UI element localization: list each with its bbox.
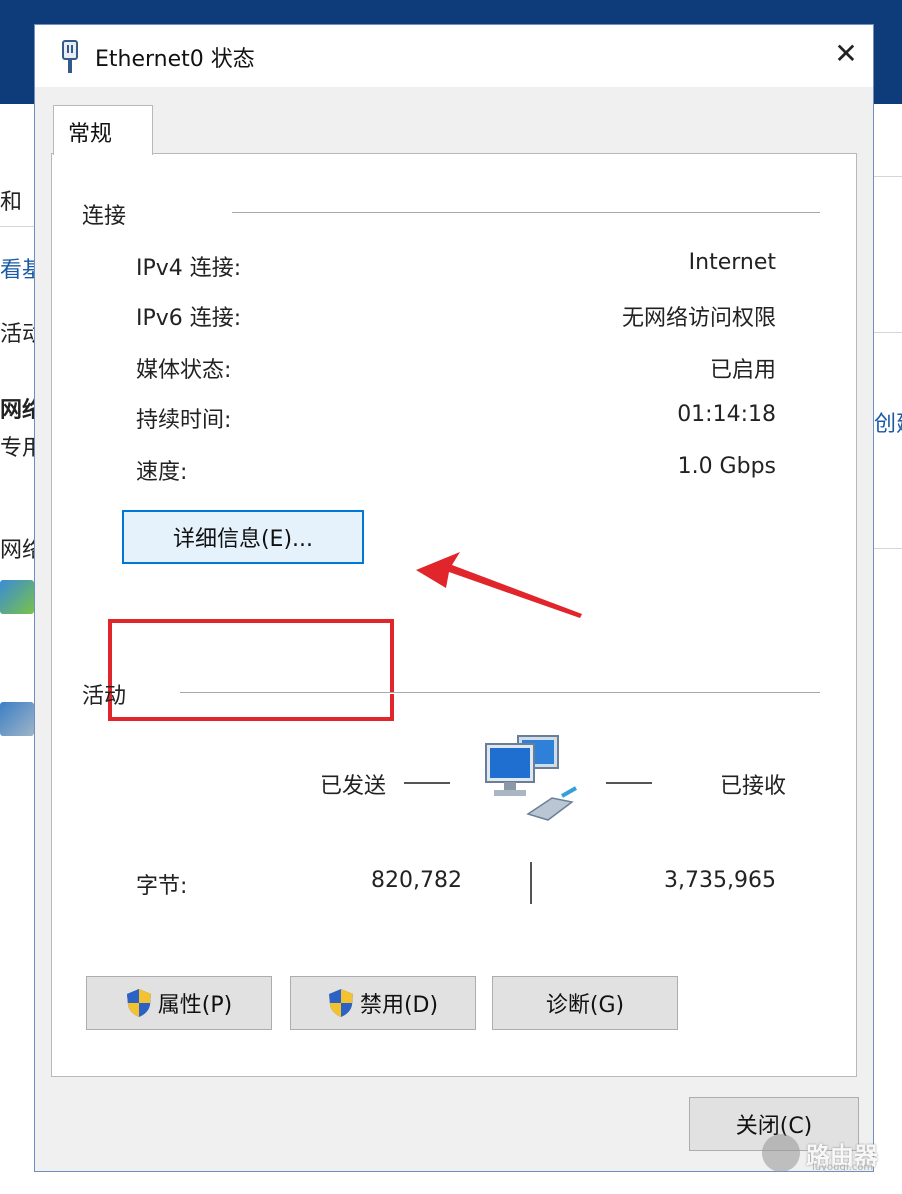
dialog-title: Ethernet0 状态 xyxy=(95,47,255,72)
background-text: 和 xyxy=(0,190,23,215)
disable-button-label: 禁用(D) xyxy=(359,993,439,1018)
background-divider xyxy=(874,548,902,549)
annotation-highlight-box xyxy=(108,619,394,721)
media-state-label: 媒体状态: xyxy=(136,358,232,383)
sent-connector xyxy=(404,782,450,784)
connection-group-title: 连接 xyxy=(82,204,127,229)
shield-icon xyxy=(328,989,353,1017)
ipv6-value: 无网络访问权限 xyxy=(621,306,776,331)
activity-group-title: 活动 xyxy=(82,684,127,709)
disable-button[interactable]: 禁用(D) xyxy=(290,976,476,1030)
ethernet-port-icon xyxy=(62,40,78,73)
group-separator xyxy=(180,692,820,694)
media-state-value: 已启用 xyxy=(709,358,776,383)
ipv6-label: IPv6 连接: xyxy=(136,306,242,331)
background-divider xyxy=(0,226,36,227)
speed-value: 1.0 Gbps xyxy=(677,454,776,479)
ipv4-value: Internet xyxy=(688,250,776,275)
network-computers-icon xyxy=(485,735,577,821)
network-adapter-icon[interactable] xyxy=(0,702,34,736)
bytes-label: 字节: xyxy=(136,874,188,899)
received-label: 已接收 xyxy=(720,774,787,799)
title-bar[interactable]: Ethernet0 状态 ✕ xyxy=(35,25,873,87)
received-connector xyxy=(606,782,652,784)
speed-label: 速度: xyxy=(136,460,188,485)
background-text: 创建 xyxy=(874,412,902,437)
sent-label: 已发送 xyxy=(320,774,387,799)
general-tab-panel: 连接 IPv4 连接: Internet IPv6 连接: 无网络访问权限 媒体… xyxy=(51,153,857,1077)
shield-icon xyxy=(126,989,151,1017)
background-divider xyxy=(874,176,902,177)
ipv4-label: IPv4 连接: xyxy=(136,256,242,281)
tab-general-label: 常规 xyxy=(68,122,113,147)
details-button[interactable]: 详细信息(E)... xyxy=(122,510,364,564)
diagnose-button[interactable]: 诊断(G) xyxy=(492,976,678,1030)
watermark-logo-icon xyxy=(762,1134,800,1172)
bytes-sent-value: 820,782 xyxy=(371,868,462,893)
watermark-subtext: luyouqi.com xyxy=(812,1162,874,1173)
background-window-right xyxy=(874,104,902,1194)
ethernet-status-dialog: Ethernet0 状态 ✕ 常规 连接 IPv4 连接: Internet I… xyxy=(34,24,874,1172)
duration-value: 01:14:18 xyxy=(677,402,776,427)
network-adapter-icon[interactable] xyxy=(0,580,34,614)
duration-label: 持续时间: xyxy=(136,408,232,433)
close-icon[interactable]: ✕ xyxy=(831,39,861,69)
bytes-received-value: 3,735,965 xyxy=(664,868,776,893)
group-separator xyxy=(232,212,820,214)
annotation-arrow xyxy=(416,552,582,618)
tab-general[interactable]: 常规 xyxy=(53,105,153,155)
properties-button-label: 属性(P) xyxy=(157,993,233,1018)
properties-button[interactable]: 属性(P) xyxy=(86,976,272,1030)
background-divider xyxy=(874,332,902,333)
bytes-divider xyxy=(530,862,532,904)
